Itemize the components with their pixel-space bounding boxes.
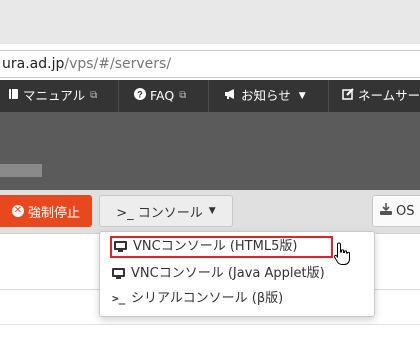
menu-item-label: VNCコンソール (HTML5版): [133, 239, 298, 254]
menu-item-label: シリアルコンソール (β版): [131, 291, 284, 306]
nav-nameserver-label: ネームサー: [358, 88, 420, 103]
server-header: [0, 112, 420, 190]
browser-chrome: [0, 0, 420, 44]
hand-cursor-icon: [333, 242, 351, 266]
book-icon: [8, 80, 19, 112]
nav-divider: [118, 80, 119, 112]
divider: [0, 324, 420, 325]
nav-faq-label: FAQ: [150, 88, 175, 103]
monitor-icon: [114, 241, 127, 253]
menu-item-label: VNCコンソール (Java Applet版): [131, 266, 325, 281]
menu-item-vnc-html5[interactable]: VNCコンソール (HTML5版): [110, 236, 333, 258]
nav-news[interactable]: お知らせ ▼: [224, 80, 306, 112]
caret-down-icon: ▼: [208, 206, 216, 216]
menu-item-vnc-java[interactable]: VNCコンソール (Java Applet版): [112, 263, 325, 285]
nav-manual-label: マニュアル: [23, 88, 86, 103]
nav-nameserver[interactable]: ネームサー: [342, 80, 420, 112]
url-path: /vps/#/servers/: [64, 56, 172, 72]
external-link-icon: ⧉: [90, 90, 98, 101]
url-domain: ura.ad.jp: [2, 56, 65, 72]
question-icon: ?: [134, 80, 146, 112]
top-navbar: マニュアル ⧉ ? FAQ ⧉ お知らせ ▼ ネームサー: [0, 80, 420, 112]
terminal-icon: >_: [112, 292, 126, 305]
address-bar[interactable]: ura.ad.jp/vps/#/servers/: [0, 50, 420, 78]
nav-divider: [328, 80, 329, 112]
console-dropdown-button[interactable]: >_ コンソール ▼: [99, 195, 233, 227]
caret-down-icon: ▼: [298, 91, 306, 101]
os-install-button[interactable]: OS: [372, 195, 420, 227]
megaphone-icon: [224, 80, 237, 112]
external-link-icon: ⧉: [179, 90, 187, 101]
nav-divider: [208, 80, 209, 112]
console-label: >_ コンソール: [116, 205, 203, 221]
server-toolbar: ✕ 強制停止 >_ コンソール ▼ OS: [0, 190, 420, 234]
nav-faq[interactable]: ? FAQ ⧉: [134, 80, 186, 112]
svg-text:?: ?: [137, 90, 143, 100]
os-label: OS: [396, 203, 415, 219]
stop-icon: ✕: [11, 205, 24, 217]
nav-news-label: お知らせ: [241, 88, 291, 103]
force-stop-button[interactable]: ✕ 強制停止: [0, 195, 92, 227]
nav-manual[interactable]: マニュアル ⧉: [8, 80, 97, 112]
menu-item-serial[interactable]: >_ シリアルコンソール (β版): [112, 288, 283, 310]
monitor-icon: [112, 268, 125, 280]
edit-icon: [342, 80, 354, 112]
disk-icon: [379, 202, 393, 220]
server-name-placeholder: [0, 164, 42, 177]
force-stop-label: 強制停止: [27, 205, 80, 221]
